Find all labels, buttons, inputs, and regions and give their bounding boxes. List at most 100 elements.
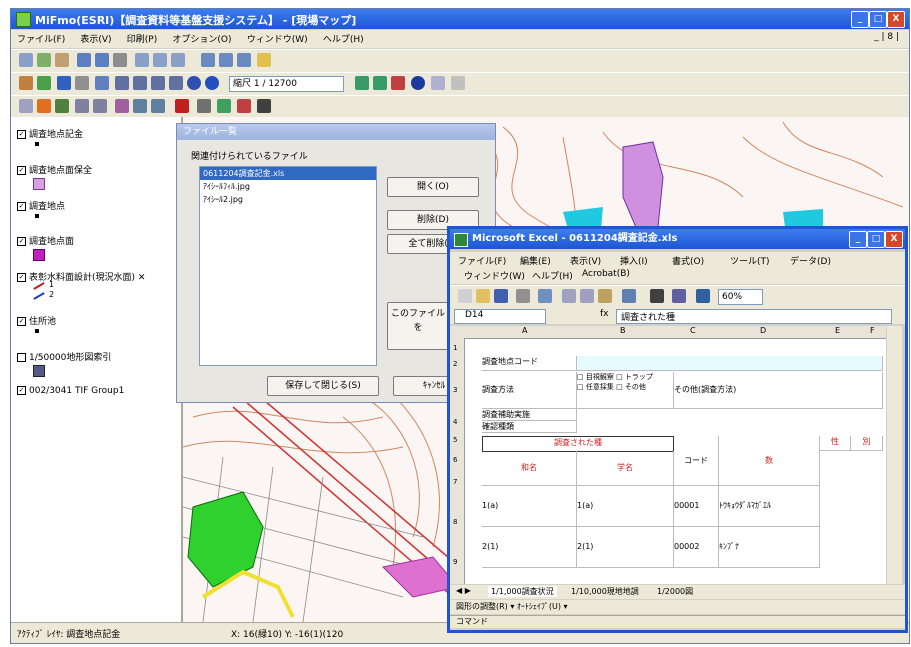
settings-icon[interactable] [197, 99, 211, 113]
paste-icon[interactable] [598, 289, 612, 303]
toc-layer[interactable]: ✓ 調査地点記金 [17, 127, 83, 140]
menu-file[interactable]: ファイル(F) [11, 30, 71, 47]
file-list-item[interactable]: ｱｲｼｰﾙﾌｨﾙ.jpg [200, 180, 376, 193]
excel-maximize-button[interactable]: □ [867, 231, 885, 248]
cell[interactable]: 1(a) [482, 486, 577, 527]
cell[interactable]: コード [674, 436, 719, 486]
cell[interactable]: 別 [851, 436, 883, 451]
row-header[interactable]: 8 [453, 518, 457, 526]
info-icon[interactable] [187, 76, 201, 90]
cell[interactable]: 和名 [482, 451, 577, 486]
vertical-scrollbar[interactable] [887, 326, 902, 584]
new-icon[interactable] [458, 289, 472, 303]
row-header[interactable]: 1 [453, 344, 457, 352]
stop-icon[interactable] [237, 99, 251, 113]
row-header[interactable]: 3 [453, 386, 457, 394]
cell[interactable]: 調査された種 [482, 436, 674, 452]
cell[interactable] [577, 356, 883, 371]
excel-menu-data[interactable]: データ(D) [790, 254, 831, 267]
print-icon[interactable] [113, 53, 127, 67]
col-header[interactable]: B [620, 326, 626, 335]
col-header[interactable]: D [760, 326, 766, 335]
cell[interactable]: 調査地点コード [482, 356, 577, 371]
toc-layer[interactable]: ✓ 表彰水料面設計(現況水面) ✕ [17, 270, 145, 283]
paste-icon[interactable] [171, 53, 185, 67]
back-icon[interactable] [19, 53, 33, 67]
excel-menu-help[interactable]: ヘルプ(H) [532, 269, 573, 282]
layout-mode-icon[interactable] [257, 99, 271, 113]
menu-view[interactable]: 表示(V) [74, 30, 117, 47]
pan-icon[interactable] [151, 76, 165, 90]
col-header[interactable]: C [690, 326, 696, 335]
cell[interactable]: □ 目視観察 □ トラップ □ 任意採集 □ その他 [577, 372, 674, 409]
file-list-item[interactable]: 0611204調査記金.xls [200, 167, 376, 180]
cell[interactable]: 確認種類 [482, 421, 577, 433]
print-icon[interactable] [516, 289, 530, 303]
minimize-button[interactable]: _ [851, 11, 869, 28]
row-header[interactable]: 9 [453, 558, 457, 566]
row-header[interactable]: 5 [453, 436, 457, 444]
window-icon[interactable] [95, 76, 109, 90]
filter-icon[interactable] [115, 99, 129, 113]
globe-icon[interactable] [57, 76, 71, 90]
excel-menu-window[interactable]: ウィンドウ(W) [464, 269, 525, 282]
cell[interactable]: 1(a) [577, 486, 674, 527]
excel-menu-format[interactable]: 書式(O) [672, 254, 704, 267]
open-icon[interactable] [55, 53, 69, 67]
refresh-icon[interactable] [217, 99, 231, 113]
vertex-icon[interactable] [55, 99, 69, 113]
cell[interactable]: 数 [719, 436, 820, 486]
cell[interactable]: その他(調査方法) [674, 372, 883, 409]
undo-icon[interactable] [622, 289, 636, 303]
cell[interactable]: 学名 [577, 451, 674, 486]
cell[interactable]: ﾄｳｷｮｳﾀﾞﾙﾏｶﾞｴﾙ [719, 486, 820, 527]
save-icon[interactable] [77, 53, 91, 67]
col-header[interactable]: E [835, 326, 840, 335]
toc-layer[interactable]: ✓ 住所池 [17, 314, 56, 327]
chart-icon[interactable] [696, 289, 710, 303]
scale-combo[interactable]: 縮尺 1 / 12700 [229, 76, 344, 92]
cell[interactable]: 2(1) [482, 527, 577, 568]
cell[interactable]: 調査補助実施 [482, 409, 577, 421]
select-icon[interactable] [205, 76, 219, 90]
menu-help[interactable]: ヘルプ(H) [317, 30, 370, 47]
forward-icon[interactable] [37, 53, 51, 67]
save-close-button[interactable]: 保存して閉じる(S) [267, 376, 379, 396]
zoom-combo[interactable]: 60% [718, 289, 763, 305]
measure-area-icon[interactable] [373, 76, 387, 90]
cell[interactable]: 00001 [674, 486, 719, 527]
edit-icon[interactable] [19, 99, 33, 113]
split-icon[interactable] [75, 99, 89, 113]
toc-layer[interactable]: ✓ 調査地点面保全 [17, 163, 92, 176]
row-header[interactable]: 4 [453, 418, 457, 426]
add-layer-icon[interactable] [19, 76, 33, 90]
cell[interactable]: 00002 [674, 527, 719, 568]
excel-minimize-button[interactable]: _ [849, 231, 867, 248]
identify-icon[interactable] [411, 76, 425, 90]
file-list[interactable]: 0611204調査記金.xls ｱｲｼｰﾙﾌｨﾙ.jpg ｱｲｼｰﾙ2.jpg [199, 166, 377, 366]
sheet-tab[interactable]: 1/2000図 [654, 586, 696, 597]
cell[interactable]: 調査方法 [482, 372, 577, 409]
menu-print[interactable]: 印刷(P) [121, 30, 163, 47]
sort-icon[interactable] [672, 289, 686, 303]
copy-icon[interactable] [580, 289, 594, 303]
cell[interactable]: 性 [820, 436, 851, 451]
close-button[interactable]: X [887, 11, 905, 28]
sheet-nav-icon[interactable]: ◀ ▶ [456, 586, 471, 595]
find-icon[interactable] [391, 76, 405, 90]
excel-menu-file[interactable]: ファイル(F) [458, 254, 506, 267]
excel-close-button[interactable]: X [885, 231, 903, 248]
formula-input[interactable]: 調査された種 [616, 309, 892, 324]
maximize-button[interactable]: □ [869, 11, 887, 28]
toc-layer[interactable]: 1/50000地形図索引 [17, 350, 111, 363]
open-button[interactable]: 開く(O) [387, 177, 479, 197]
row-header[interactable]: 6 [453, 456, 457, 464]
zoom-out-icon[interactable] [133, 76, 147, 90]
save-icon[interactable] [494, 289, 508, 303]
row-header[interactable]: 2 [453, 360, 457, 368]
clipboard-icon[interactable] [75, 76, 89, 90]
toc-layer[interactable]: ✓ 002/3041 TIF Group1 [17, 386, 124, 396]
preview-icon[interactable] [538, 289, 552, 303]
pencil-icon[interactable] [257, 53, 271, 67]
excel-menu-insert[interactable]: 挿入(I) [620, 254, 648, 267]
